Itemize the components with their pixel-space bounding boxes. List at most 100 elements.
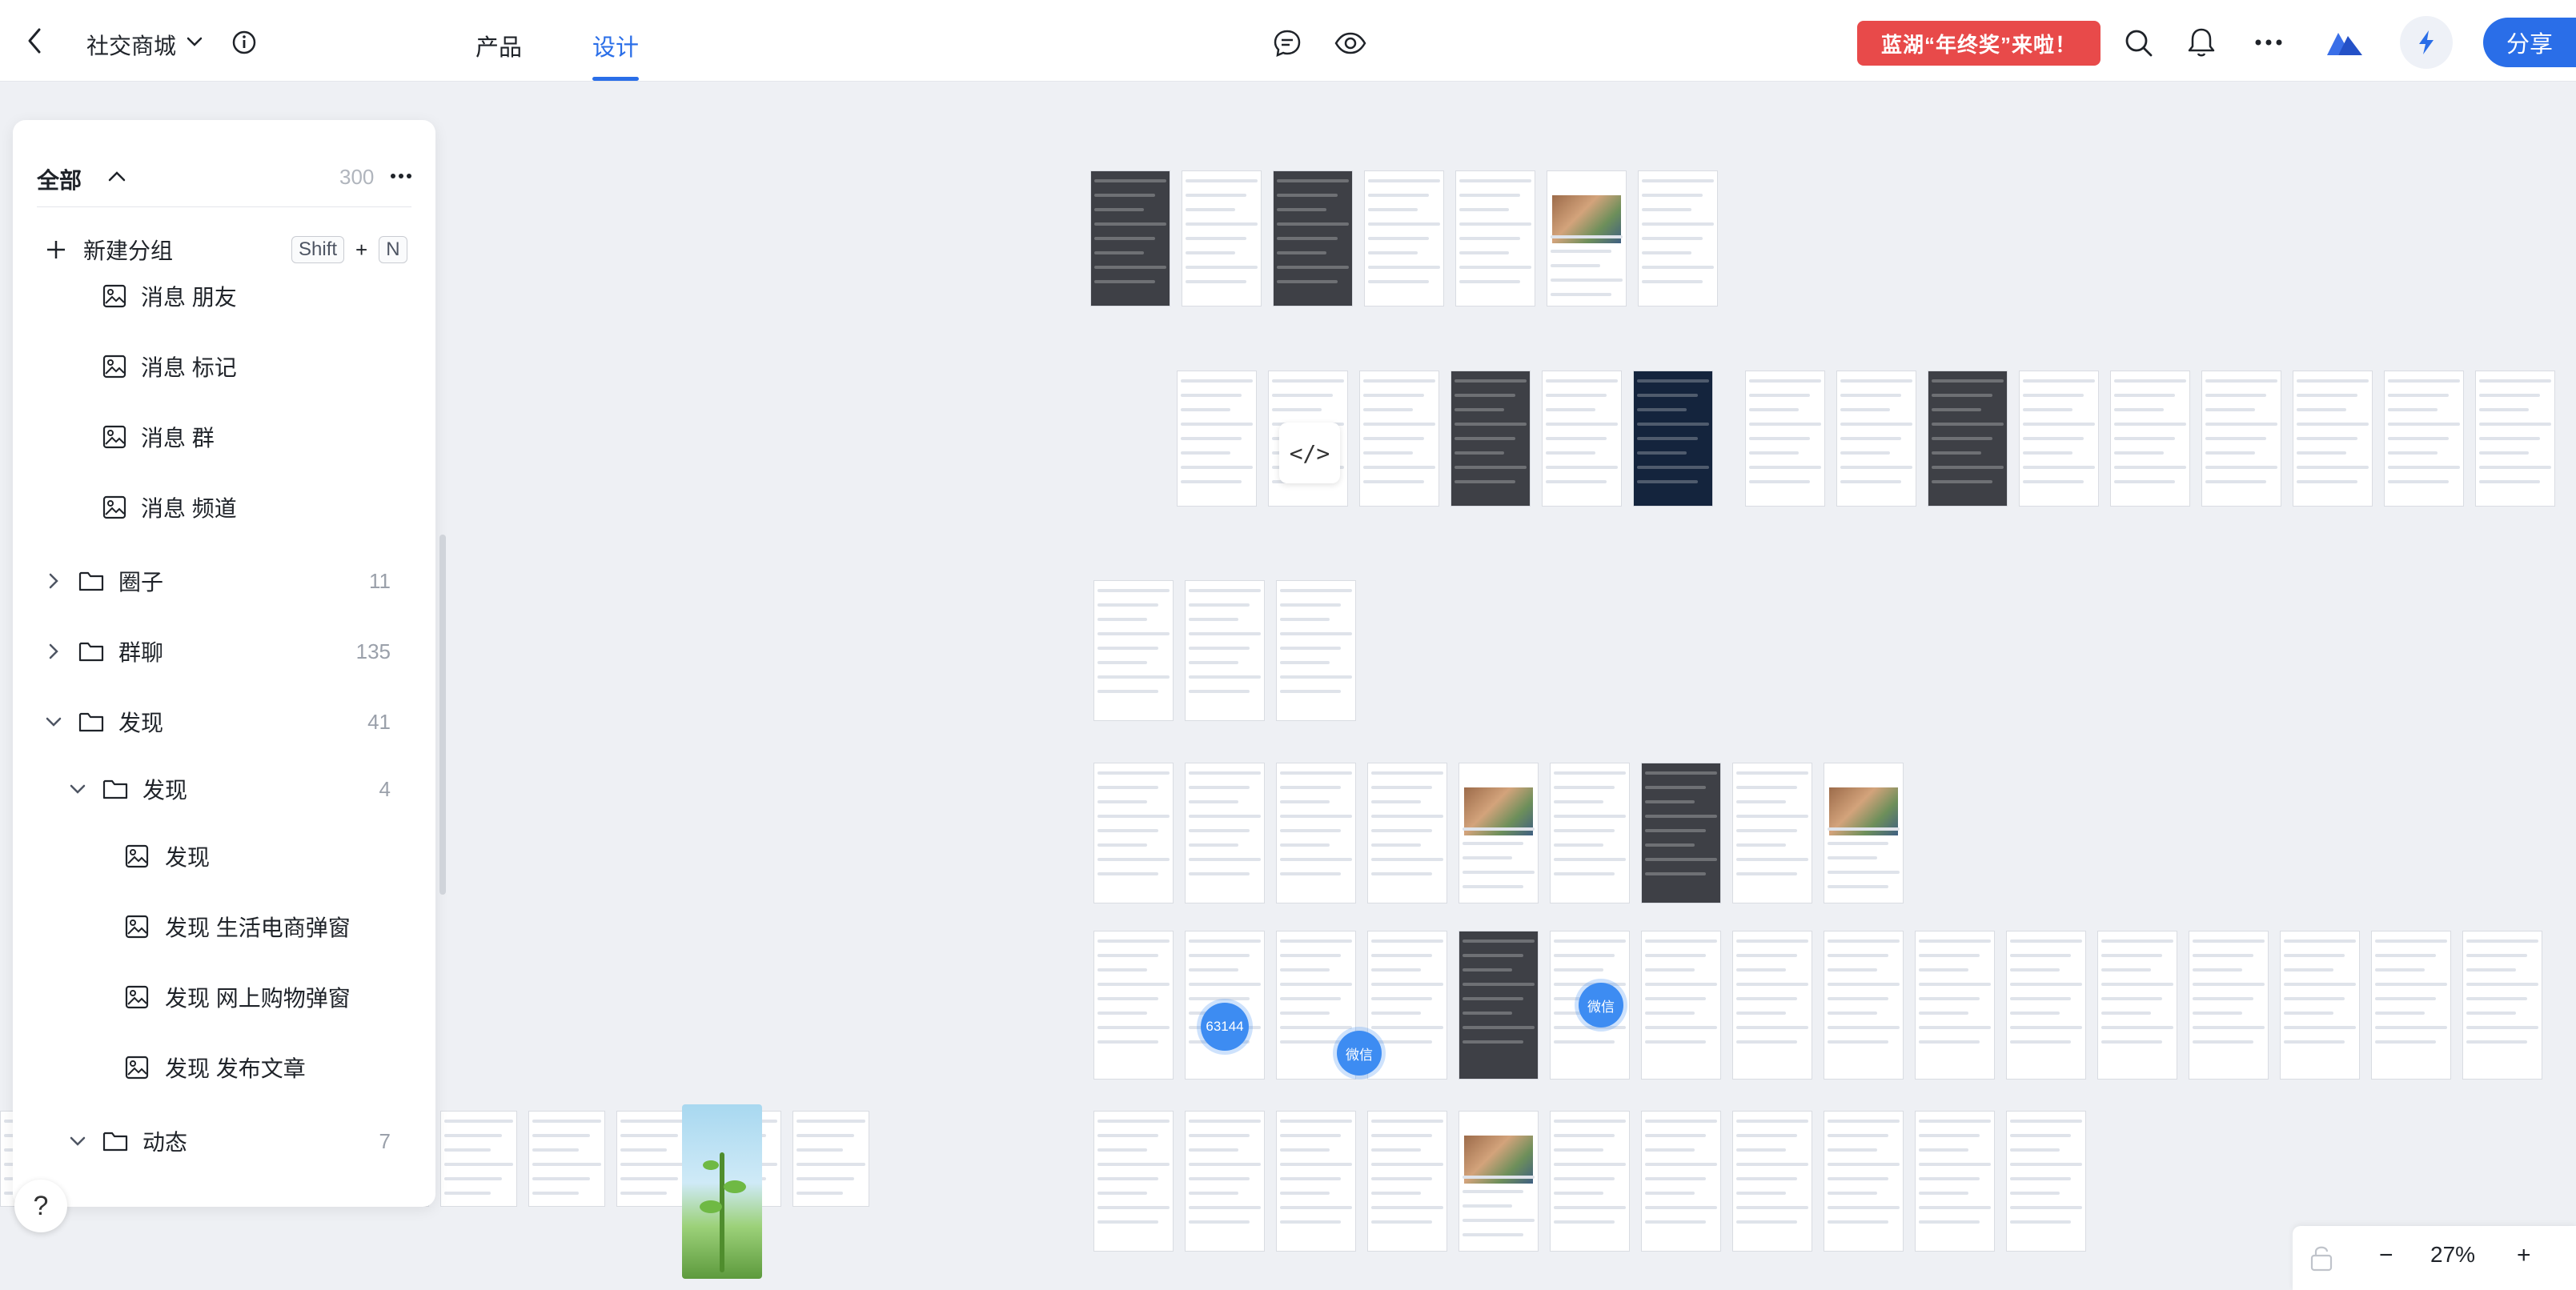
artboard-thumbnail[interactable] — [1459, 1111, 1539, 1252]
artboard-thumbnail[interactable] — [440, 1111, 517, 1207]
artboard-item[interactable]: 消息 朋友 — [13, 264, 435, 328]
share-button[interactable]: 分享 — [2483, 18, 2576, 67]
artboard-thumbnail[interactable] — [2019, 371, 2099, 507]
zoom-out-button[interactable]: − — [2379, 1242, 2393, 1269]
zoom-level[interactable]: 27% — [2430, 1242, 2475, 1268]
artboard-thumbnail[interactable] — [1824, 1111, 1904, 1252]
artboard-thumbnail[interactable] — [1459, 763, 1539, 903]
artboard-thumbnail[interactable] — [1915, 931, 1995, 1080]
artboard-thumbnail[interactable] — [1550, 763, 1630, 903]
code-toggle-button[interactable]: </> — [1279, 423, 1340, 483]
artboard-thumbnail[interactable] — [1824, 763, 1904, 903]
artboard-thumbnail[interactable] — [1276, 580, 1356, 721]
artboard-thumbnail[interactable] — [1273, 170, 1353, 306]
group-discover[interactable]: 发现 41 — [13, 690, 435, 754]
artboard-thumbnail[interactable] — [1364, 170, 1444, 306]
artboard-thumbnail[interactable] — [1455, 170, 1535, 306]
artboard-thumbnail[interactable] — [1745, 371, 1825, 507]
artboard-thumbnail[interactable] — [792, 1111, 869, 1207]
artboard-thumbnail[interactable] — [2189, 931, 2269, 1080]
artboard-thumbnail[interactable] — [1093, 580, 1174, 721]
bell-icon[interactable] — [2185, 26, 2217, 59]
artboard-thumbnail[interactable] — [2371, 931, 2451, 1080]
more-icon[interactable] — [389, 171, 413, 181]
group-circle[interactable]: 圈子 11 — [13, 549, 435, 613]
artboard-thumbnail[interactable] — [1185, 1111, 1265, 1252]
artboard-thumbnail[interactable] — [1359, 371, 1439, 507]
artboard-thumbnail[interactable] — [1641, 1111, 1721, 1252]
chevron-up-icon[interactable] — [107, 166, 126, 186]
artboard-item[interactable]: 发现 发布文章 — [13, 1036, 435, 1100]
artboard-thumbnail[interactable] — [1732, 931, 1812, 1080]
artboard-thumbnail[interactable] — [1732, 1111, 1812, 1252]
help-button[interactable]: ? — [14, 1180, 67, 1232]
artboard-thumbnail[interactable] — [2462, 931, 2542, 1080]
artboard-thumbnail[interactable] — [2006, 1111, 2086, 1252]
artboard-thumbnail[interactable] — [1185, 763, 1265, 903]
artboard-thumbnail[interactable] — [2475, 371, 2555, 507]
artboard-thumbnail[interactable] — [1928, 371, 2008, 507]
more-icon[interactable] — [2253, 32, 2285, 53]
artboard-thumbnail[interactable] — [1177, 371, 1257, 507]
artboard-thumbnail[interactable] — [2097, 931, 2177, 1080]
artboard-thumbnail[interactable] — [1276, 1111, 1356, 1252]
plant-artboard-thumbnail[interactable] — [682, 1104, 762, 1279]
artboard-thumbnail[interactable] — [1550, 1111, 1630, 1252]
project-title[interactable]: 社交商城 — [86, 29, 176, 61]
artboard-thumbnail[interactable] — [1090, 170, 1170, 306]
artboard-item[interactable]: 发现 — [13, 824, 435, 888]
back-icon[interactable] — [21, 27, 48, 54]
artboard-thumbnail[interactable] — [1367, 1111, 1447, 1252]
artboard-thumbnail[interactable] — [1093, 931, 1174, 1080]
artboard-item[interactable]: 消息 标记 — [13, 335, 435, 399]
artboard-thumbnail[interactable] — [1824, 931, 1904, 1080]
chevron-right-icon[interactable] — [48, 572, 59, 590]
artboard-thumbnail[interactable] — [2384, 371, 2464, 507]
artboard-thumbnail[interactable] — [1915, 1111, 1995, 1252]
artboard-thumbnail[interactable] — [1633, 371, 1713, 507]
artboard-thumbnail[interactable] — [1182, 170, 1262, 306]
artboard-thumbnail[interactable] — [1093, 763, 1174, 903]
subgroup-discover[interactable]: 发现 4 — [13, 757, 435, 821]
artboard-item[interactable]: 发现 生活电商弹窗 — [13, 895, 435, 959]
artboard-thumbnail[interactable] — [2110, 371, 2190, 507]
artboard-thumbnail[interactable] — [1276, 763, 1356, 903]
search-icon[interactable] — [2123, 27, 2155, 59]
artboard-thumbnail[interactable] — [528, 1111, 605, 1207]
artboard-item[interactable]: 消息 频道 — [13, 475, 435, 539]
subgroup-moments[interactable]: 动态 7 — [13, 1109, 435, 1173]
artboard-thumbnail[interactable] — [1185, 580, 1265, 721]
chevron-down-icon[interactable] — [186, 34, 203, 50]
chevron-down-icon[interactable] — [45, 716, 62, 727]
zoom-in-button[interactable]: + — [2517, 1242, 2531, 1269]
bolt-icon[interactable] — [2400, 16, 2453, 69]
artboard-thumbnail[interactable] — [1732, 763, 1812, 903]
comment-icon[interactable] — [1271, 27, 1303, 59]
filter-label[interactable]: 全部 — [37, 163, 82, 195]
chevron-right-icon[interactable] — [48, 643, 59, 660]
artboard-thumbnail[interactable] — [2280, 931, 2360, 1080]
info-icon[interactable] — [231, 29, 258, 56]
group-group-chat[interactable]: 群聊 135 — [13, 619, 435, 683]
artboard-thumbnail[interactable] — [2006, 931, 2086, 1080]
lanhu-logo-icon[interactable] — [2325, 27, 2365, 59]
artboard-thumbnail[interactable] — [1459, 931, 1539, 1080]
lock-icon[interactable] — [2309, 1244, 2334, 1272]
artboard-thumbnail[interactable] — [1641, 931, 1721, 1080]
artboard-thumbnail[interactable] — [1367, 763, 1447, 903]
promo-banner[interactable]: 蓝湖“年终奖”来啦！ — [1857, 21, 2101, 66]
chevron-down-icon[interactable] — [69, 783, 86, 795]
chevron-down-icon[interactable] — [69, 1136, 86, 1147]
artboard-item[interactable]: 消息 群 — [13, 405, 435, 469]
panel-scrollbar[interactable] — [439, 535, 446, 895]
tab-product[interactable]: 产品 — [475, 29, 522, 62]
tab-design[interactable]: 设计 — [592, 29, 639, 62]
eye-preview-icon[interactable] — [1334, 27, 1367, 59]
artboard-thumbnail[interactable] — [2201, 371, 2281, 507]
artboard-thumbnail[interactable] — [1836, 371, 1916, 507]
artboard-thumbnail[interactable] — [1547, 170, 1627, 306]
artboard-thumbnail[interactable] — [1093, 1111, 1174, 1252]
artboard-thumbnail[interactable] — [1542, 371, 1622, 507]
artboard-item[interactable]: 发现 网上购物弹窗 — [13, 965, 435, 1029]
artboard-thumbnail[interactable] — [1638, 170, 1718, 306]
